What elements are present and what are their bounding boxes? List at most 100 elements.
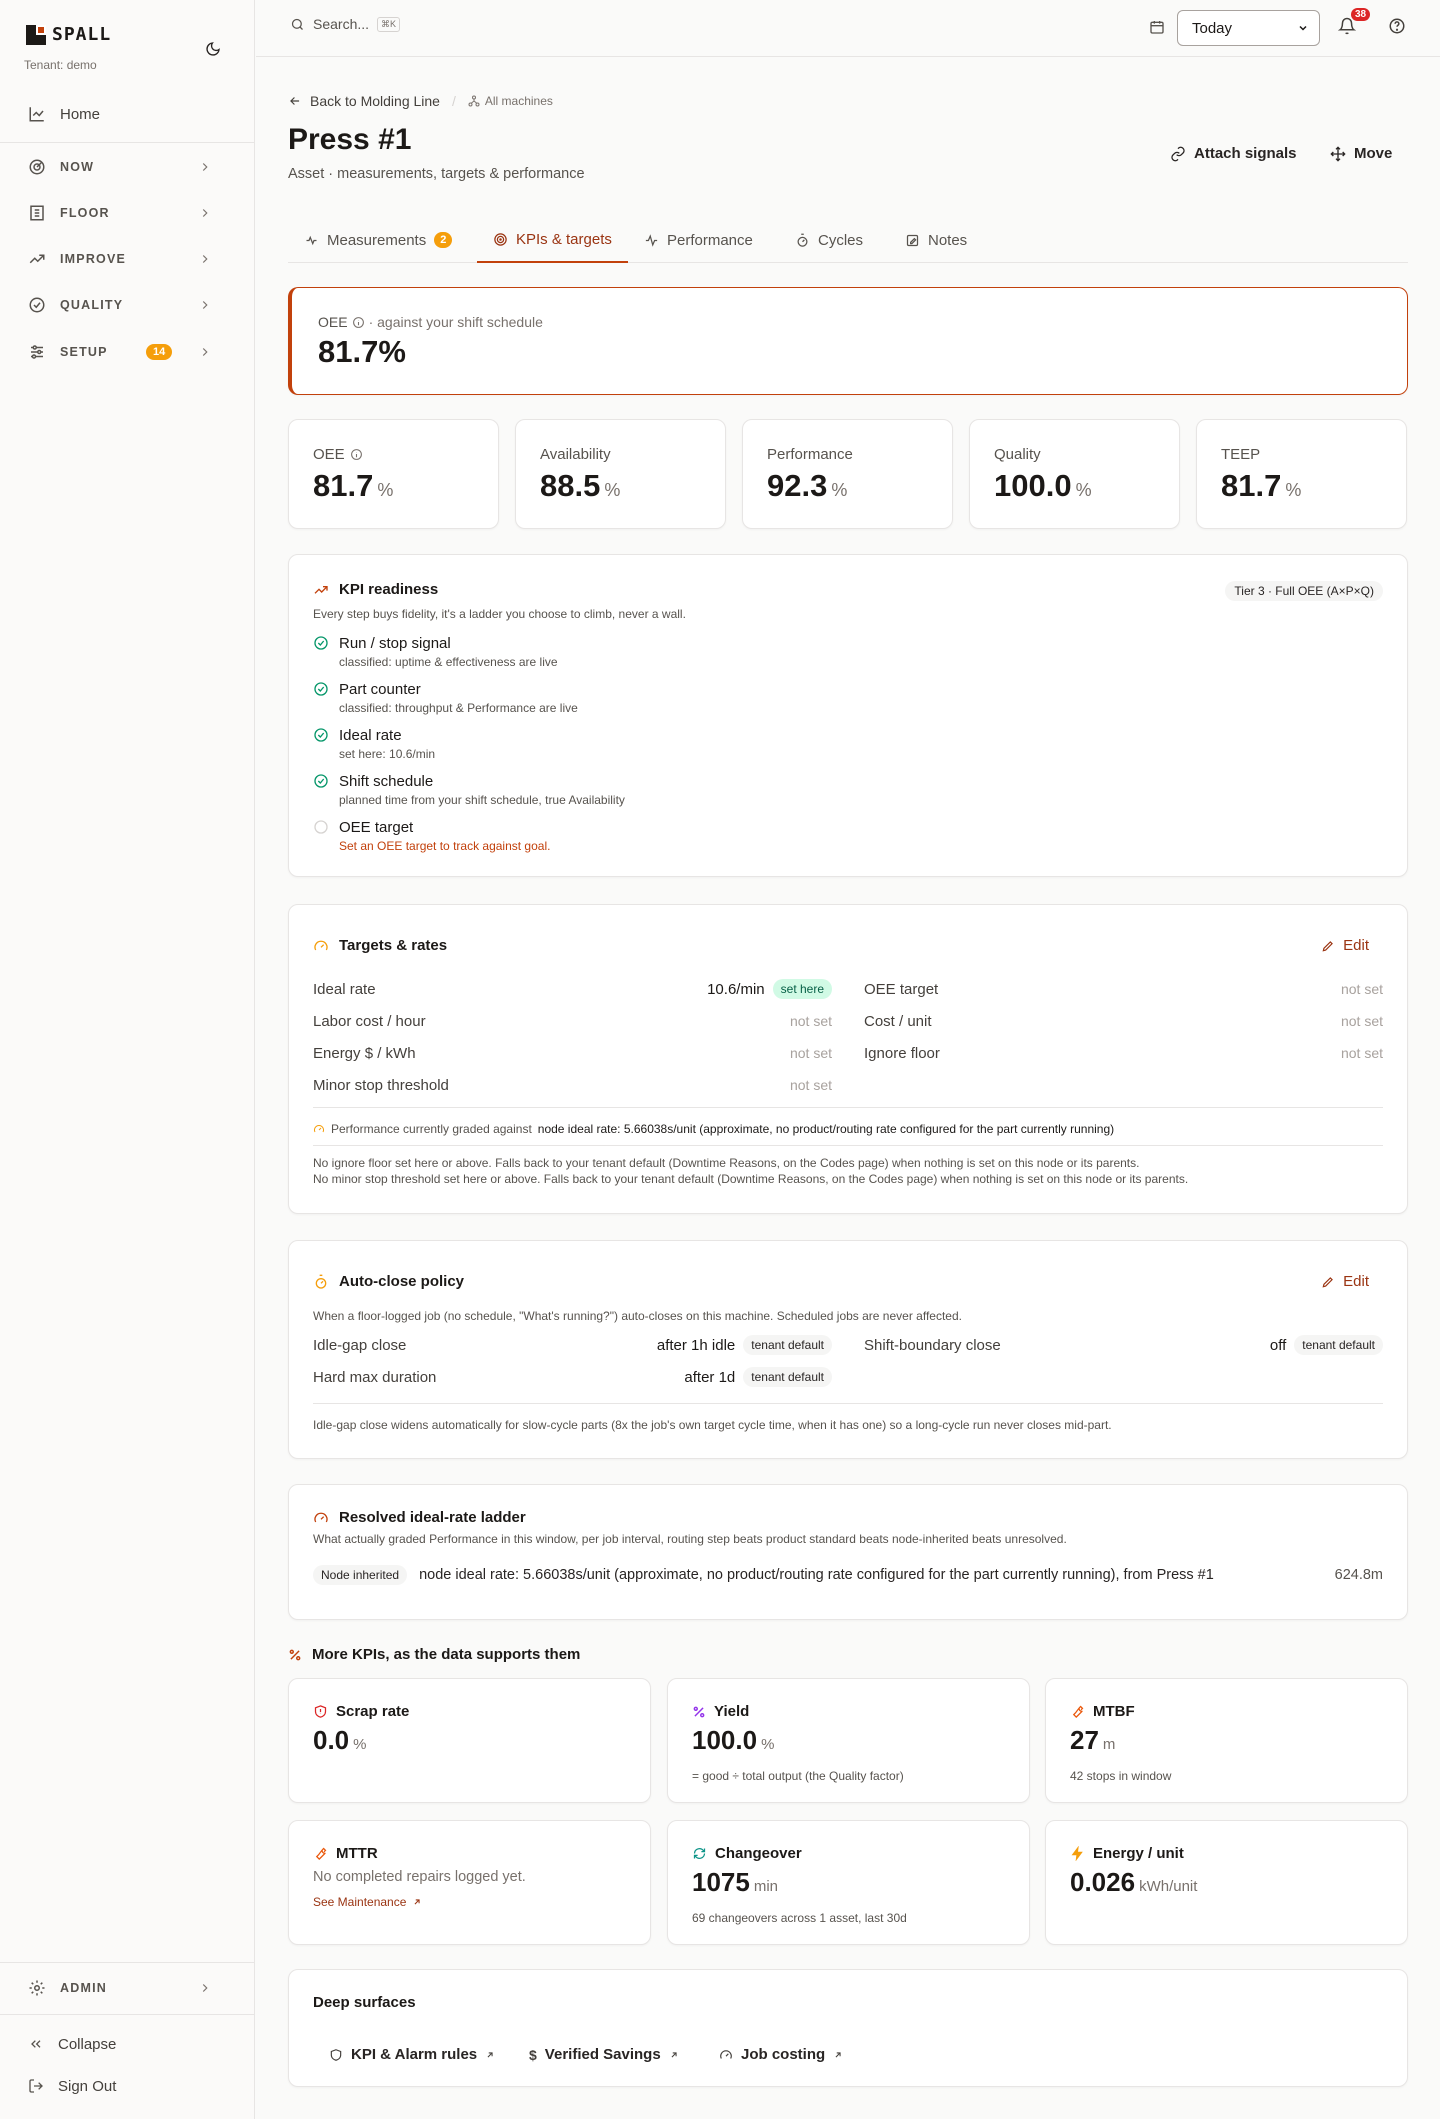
refresh-icon — [693, 1848, 706, 1859]
ladder-description: What actually graded Performance in this… — [313, 1532, 1067, 1546]
logo-icon — [26, 24, 46, 45]
theme-toggle-button[interactable] — [202, 38, 224, 60]
breadcrumb-separator: / — [451, 93, 456, 109]
target-row-oee-target: OEE target not set — [864, 977, 1383, 1001]
move-label: Move — [1354, 145, 1393, 162]
tab-cycles[interactable]: Cycles — [779, 217, 879, 263]
deep-surfaces-card: Deep surfaces KPI & Alarm rules $ Verifi… — [288, 1969, 1408, 2087]
kpi-value: 0.026 kWh/unit — [1070, 1867, 1197, 1898]
kpi-readiness-card: KPI readiness Tier 3 · Full OEE (A×P×Q) … — [288, 554, 1408, 877]
sidebar-item-home[interactable]: Home — [14, 96, 240, 132]
sidebar: SPALL Tenant: demo Home NOW FLOOR IMPROV… — [0, 0, 255, 2119]
link-label: See Maintenance — [313, 1895, 407, 1909]
readiness-step-sub: classified: throughput & Performance are… — [339, 701, 578, 715]
chart-icon — [29, 107, 44, 122]
radar-icon — [29, 159, 45, 175]
kpi-value-number: 100.0 — [994, 468, 1072, 503]
collapse-button[interactable]: Collapse — [14, 2026, 240, 2062]
app-logo[interactable]: SPALL — [26, 24, 111, 45]
attach-signals-button[interactable]: Attach signals — [1170, 145, 1297, 162]
section-title-text: KPI readiness — [339, 581, 439, 598]
kpi-card-mtbf: MTBF 27 m 42 stops in window — [1045, 1678, 1408, 1803]
back-link[interactable]: Back to Molding Line — [310, 93, 440, 109]
sidebar-item-admin[interactable]: ADMIN — [14, 1970, 240, 2006]
kpi-unit: % — [1285, 480, 1302, 500]
sidebar-item-floor[interactable]: FLOOR — [14, 195, 240, 231]
policy-value: off — [1269, 1336, 1287, 1354]
edit-auto-close-button[interactable]: Edit — [1321, 1273, 1369, 1290]
sidebar-item-quality[interactable]: QUALITY — [14, 287, 240, 323]
see-maintenance-link[interactable]: See Maintenance — [313, 1895, 422, 1909]
check-circle-icon — [314, 636, 328, 650]
edit-targets-button[interactable]: Edit — [1321, 937, 1369, 954]
kpi-unit: % — [604, 480, 621, 500]
sidebar-divider — [0, 2014, 255, 2015]
link-label: KPI & Alarm rules — [351, 2046, 478, 2063]
ignore-floor-note: No ignore floor set here or above. Falls… — [313, 1156, 1140, 1170]
kpi-unit: kWh/unit — [1139, 1878, 1198, 1895]
tab-notes[interactable]: Notes — [889, 217, 983, 263]
targets-rates-card: Targets & rates Edit Ideal rate 10.6/min… — [288, 904, 1408, 1214]
oee-hero-card: OEE · against your shift schedule 81.7% — [288, 287, 1408, 395]
readiness-step-sub[interactable]: Set an OEE target to track against goal. — [339, 839, 550, 853]
kpi-value: 100.0% — [692, 1725, 774, 1756]
kpi-card-availability: Availability 88.5% — [515, 419, 726, 529]
kpi-title-text: Scrap rate — [336, 1703, 410, 1720]
sidebar-item-setup[interactable]: SETUP 14 — [14, 334, 240, 370]
tab-performance[interactable]: Performance — [628, 217, 769, 263]
date-range-select[interactable]: Today — [1177, 10, 1320, 46]
target-row-labor-cost: Labor cost / hour not set — [313, 1009, 832, 1033]
readiness-step-sub: classified: uptime & effectiveness are l… — [339, 655, 558, 669]
move-icon — [1330, 145, 1346, 162]
search-placeholder: Search... — [313, 16, 370, 32]
log-out-icon — [29, 2079, 43, 2093]
sign-out-button[interactable]: Sign Out — [14, 2068, 240, 2104]
ladder-duration: 624.8m — [1334, 1567, 1383, 1583]
readiness-step-title: Run / stop signal — [339, 635, 451, 652]
pencil-icon — [1322, 1276, 1334, 1287]
kpi-alarm-rules-link[interactable]: KPI & Alarm rules — [329, 2046, 495, 2063]
kpi-subtext: 69 changeovers across 1 asset, last 30d — [692, 1911, 907, 1925]
chevron-right-icon — [202, 209, 208, 217]
tab-measurements[interactable]: Measurements 2 — [288, 217, 468, 263]
minor-stop-note: No minor stop threshold set here or abov… — [313, 1172, 1189, 1186]
factory-icon — [30, 205, 44, 221]
edit-label: Edit — [1343, 937, 1369, 954]
job-costing-link[interactable]: Job costing — [719, 2046, 843, 2063]
target-label: Labor cost / hour — [313, 1012, 426, 1030]
move-button[interactable]: Move — [1330, 145, 1392, 162]
target-label: Energy $ / kWh — [313, 1044, 416, 1062]
search-input[interactable]: Search... ⌘K — [290, 16, 401, 32]
kpi-label: Quality — [994, 446, 1041, 463]
kpi-value: 27 m — [1070, 1725, 1115, 1756]
kpi-value: 81.7% — [313, 468, 393, 504]
section-title-text: More KPIs, as the data supports them — [312, 1646, 581, 1663]
auto-close-policy-card: Auto-close policy Edit When a floor-logg… — [288, 1240, 1408, 1459]
readiness-step-title: Part counter — [339, 681, 421, 698]
ideal-rate-ladder-card: Resolved ideal-rate ladder What actually… — [288, 1484, 1408, 1620]
target-value: not set — [1340, 981, 1383, 997]
timer-icon — [315, 1274, 327, 1289]
app-name: SPALL — [52, 24, 112, 45]
all-machines-link[interactable]: All machines — [468, 94, 553, 108]
sidebar-item-now[interactable]: NOW — [14, 149, 240, 185]
oee-hero-value: 81.7% — [318, 334, 406, 369]
target-label: Minor stop threshold — [313, 1076, 449, 1094]
tab-label: Notes — [928, 231, 968, 249]
sidebar-item-improve[interactable]: IMPROVE — [14, 241, 240, 277]
oee-context: · against your shift schedule — [368, 314, 543, 330]
readiness-step-sub: planned time from your shift schedule, t… — [339, 793, 625, 807]
pencil-icon — [1322, 940, 1334, 951]
target-label: OEE target — [864, 980, 939, 998]
edit-note-icon — [906, 234, 919, 246]
timer-icon — [797, 233, 808, 247]
link-label: Verified Savings — [544, 2046, 661, 2063]
kpi-label: Availability — [540, 446, 611, 463]
readiness-step: Ideal rate set here: 10.6/min — [313, 727, 435, 761]
tab-kpis-targets[interactable]: KPIs & targets — [477, 217, 628, 263]
verified-savings-link[interactable]: $ Verified Savings — [529, 2046, 679, 2063]
chevron-down-icon — [1299, 25, 1307, 31]
graded-prefix: Performance currently graded against — [331, 1122, 532, 1136]
chevron-right-icon — [202, 1984, 208, 1992]
kpi-label: OEE — [313, 446, 363, 463]
